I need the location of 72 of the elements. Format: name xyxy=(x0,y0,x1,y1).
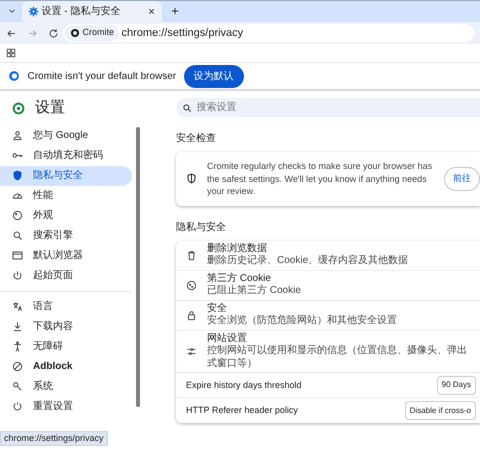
sidebar-item[interactable]: 默认浏览器 xyxy=(0,246,132,266)
sidebar-item[interactable]: 下载内容 xyxy=(0,316,132,336)
sidebar-item[interactable]: Adblock xyxy=(0,356,132,376)
setting-label: HTTP Referer header policy xyxy=(186,405,298,416)
dropdown[interactable]: 90 Days xyxy=(436,376,476,395)
row-title: 安全 xyxy=(207,302,228,314)
address-bar[interactable]: Cromite chrome://settings/privacy xyxy=(63,24,474,42)
scrollbar[interactable] xyxy=(136,127,140,407)
set-default-button[interactable]: 设为默认 xyxy=(184,64,244,88)
close-icon[interactable] xyxy=(147,7,156,16)
sidebar-item[interactable]: 外观 xyxy=(0,206,132,226)
status-bar-url: chrome://settings/privacy xyxy=(0,430,108,446)
gear-icon xyxy=(28,6,39,17)
row-subtitle: 安全浏览（防范危险网站）和其他安全设置 xyxy=(207,315,398,328)
logo-icon xyxy=(70,28,80,38)
wrench-icon xyxy=(12,381,23,392)
lock-icon xyxy=(186,310,197,321)
sidebar-item[interactable]: 无障碍 xyxy=(0,336,132,356)
blocked-icon xyxy=(12,361,23,372)
infobar-message: Cromite isn't your default browser xyxy=(28,70,176,84)
cookie-icon xyxy=(186,280,197,291)
safety-check-text: Cromite regularly checks to make sure your browser has the safest settings. We'll let you know if anything needs your review. xyxy=(207,160,434,198)
setting-label: Expire history days threshold xyxy=(186,380,302,391)
settings-title: 设置 xyxy=(35,98,65,118)
sidebar-item[interactable]: 您与 Google xyxy=(0,126,132,146)
dropdown[interactable]: Disable if cross-o xyxy=(404,401,476,420)
row-title: 删除浏览数据 xyxy=(207,242,268,254)
sidebar-item[interactable]: 搜索引擎 xyxy=(0,226,132,246)
trash-icon xyxy=(186,250,197,261)
search-bar[interactable]: 搜索设置 xyxy=(176,98,480,117)
sidebar-item[interactable]: 自动填充和密码 xyxy=(0,146,132,166)
settings-row[interactable]: 删除浏览数据 删除历史记录、Cookie、缓存内容及其他数据 xyxy=(176,240,480,271)
row-title: 网站设置 xyxy=(207,332,248,344)
browser-tab[interactable]: 设置 - 隐私与安全 xyxy=(22,1,162,22)
sidebar-item[interactable]: 性能 xyxy=(0,186,132,206)
section-heading: 隐私与安全 xyxy=(176,220,227,235)
sidebar-item[interactable]: 系统 xyxy=(0,376,132,396)
url-text: chrome://settings/privacy xyxy=(122,26,244,41)
person-icon xyxy=(12,130,23,141)
row-subtitle: 控制网站可以使用和显示的信息（位置信息、摄像头、弹出式窗口等） xyxy=(207,345,468,370)
tab-title: 设置 - 隐私与安全 xyxy=(42,4,122,19)
settings-row[interactable]: 网站设置 控制网站可以使用和显示的信息（位置信息、摄像头、弹出式窗口等） xyxy=(176,330,480,374)
apps-grid-icon[interactable] xyxy=(6,48,16,58)
back-arrow-icon[interactable] xyxy=(6,28,17,38)
go-button[interactable]: 前往 xyxy=(444,167,480,191)
sidebar-item[interactable]: 隐私与安全 xyxy=(0,166,132,186)
search-icon xyxy=(182,102,192,112)
search-field[interactable]: 搜索设置 xyxy=(194,99,480,116)
download-icon xyxy=(12,321,23,332)
sidebar-item[interactable]: 起始页面 xyxy=(0,266,132,286)
browser-window-icon xyxy=(12,250,23,261)
row-subtitle: 删除历史记录、Cookie、缓存内容及其他数据 xyxy=(207,255,410,268)
browser-logo-icon xyxy=(8,70,20,82)
settings-row[interactable]: 第三方 Cookie 已阻止第三方 Cookie xyxy=(176,270,480,301)
plus-icon[interactable] xyxy=(170,6,180,16)
shield-icon xyxy=(186,173,197,184)
translate-icon xyxy=(12,301,23,312)
search-icon xyxy=(12,230,23,241)
row-title: 第三方 Cookie xyxy=(207,272,272,284)
settings-row[interactable]: 安全 安全浏览（防范危险网站）和其他安全设置 xyxy=(176,300,480,331)
section-heading: 安全检查 xyxy=(176,132,217,146)
shield-icon xyxy=(12,170,23,181)
site-chip[interactable]: Cromite xyxy=(65,25,120,41)
power-icon xyxy=(12,270,23,281)
sidebar-item[interactable]: 重置设置 xyxy=(0,396,132,416)
accessibility-icon xyxy=(12,341,23,352)
sidebar-item[interactable]: 语言 xyxy=(0,296,132,316)
settings-logo-icon xyxy=(12,102,25,115)
sliders-icon xyxy=(186,346,197,358)
reload-icon[interactable] xyxy=(48,28,59,38)
palette-icon xyxy=(12,210,23,221)
row-subtitle: 已阻止第三方 Cookie xyxy=(207,285,302,298)
